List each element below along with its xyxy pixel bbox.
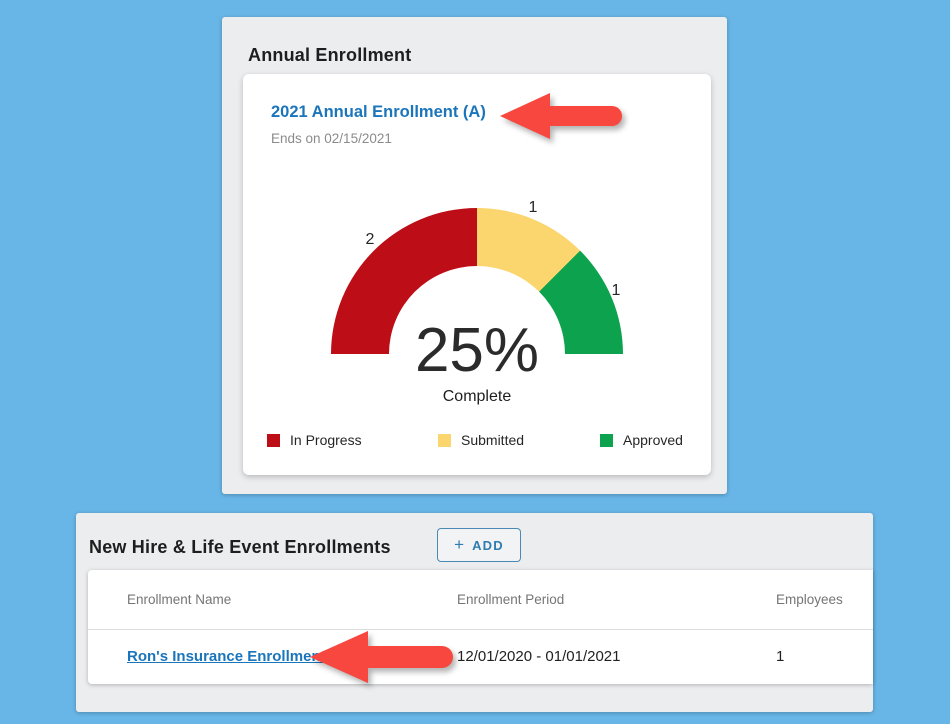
table-row[interactable]: Ron's Insurance Enrollment 12/01/2020 - … [88, 630, 873, 683]
gauge-label-in-progress: 2 [359, 231, 381, 249]
legend-label-approved: Approved [623, 432, 683, 448]
new-hire-life-event-card: New Hire & Life Event Enrollments + ADD … [76, 513, 873, 712]
plus-icon: + [454, 535, 464, 555]
gauge-percent-complete: 25% [243, 320, 711, 382]
legend-swatch-submitted [438, 434, 451, 447]
column-header-employees: Employees [776, 592, 843, 607]
gauge-caption: Complete [243, 388, 711, 406]
legend-item-in-progress: In Progress [267, 432, 362, 448]
arrow-head [500, 93, 550, 139]
annual-enrollment-card: Annual Enrollment 2021 Annual Enrollment… [222, 17, 727, 494]
legend-item-approved: Approved [600, 432, 683, 448]
page-background: { "annual": { "title": "Annual Enrollmen… [0, 0, 950, 724]
enrollment-row-link[interactable]: Ron's Insurance Enrollment [127, 648, 326, 665]
annual-enrollment-card-title: Annual Enrollment [248, 45, 411, 66]
legend-swatch-approved [600, 434, 613, 447]
add-enrollment-button[interactable]: + ADD [437, 528, 521, 562]
legend-item-submitted: Submitted [438, 432, 524, 448]
employees-count-cell: 1 [776, 648, 836, 665]
enrollments-table: Enrollment Name Enrollment Period Employ… [88, 570, 873, 684]
legend-label-in-progress: In Progress [290, 432, 362, 448]
gauge-label-submitted: 1 [522, 199, 544, 217]
new-hire-card-title: New Hire & Life Event Enrollments [89, 537, 391, 558]
arrow-shaft [550, 106, 622, 126]
annotation-arrow-icon [500, 93, 622, 139]
enrollment-period-cell: 12/01/2020 - 01/01/2021 [457, 648, 776, 665]
column-header-enrollment-period: Enrollment Period [457, 592, 776, 607]
legend-label-submitted: Submitted [461, 432, 524, 448]
gauge-label-approved: 1 [605, 282, 627, 300]
plan-end-date-text: Ends on 02/15/2021 [271, 131, 392, 146]
column-header-enrollment-name: Enrollment Name [127, 592, 457, 607]
annual-enrollment-plan-card: 2021 Annual Enrollment (A) Ends on 02/15… [243, 74, 711, 475]
legend-swatch-in-progress [267, 434, 280, 447]
annual-enrollment-plan-link[interactable]: 2021 Annual Enrollment (A) [271, 103, 486, 122]
table-header-row: Enrollment Name Enrollment Period Employ… [88, 570, 873, 630]
add-button-label: ADD [472, 538, 504, 553]
